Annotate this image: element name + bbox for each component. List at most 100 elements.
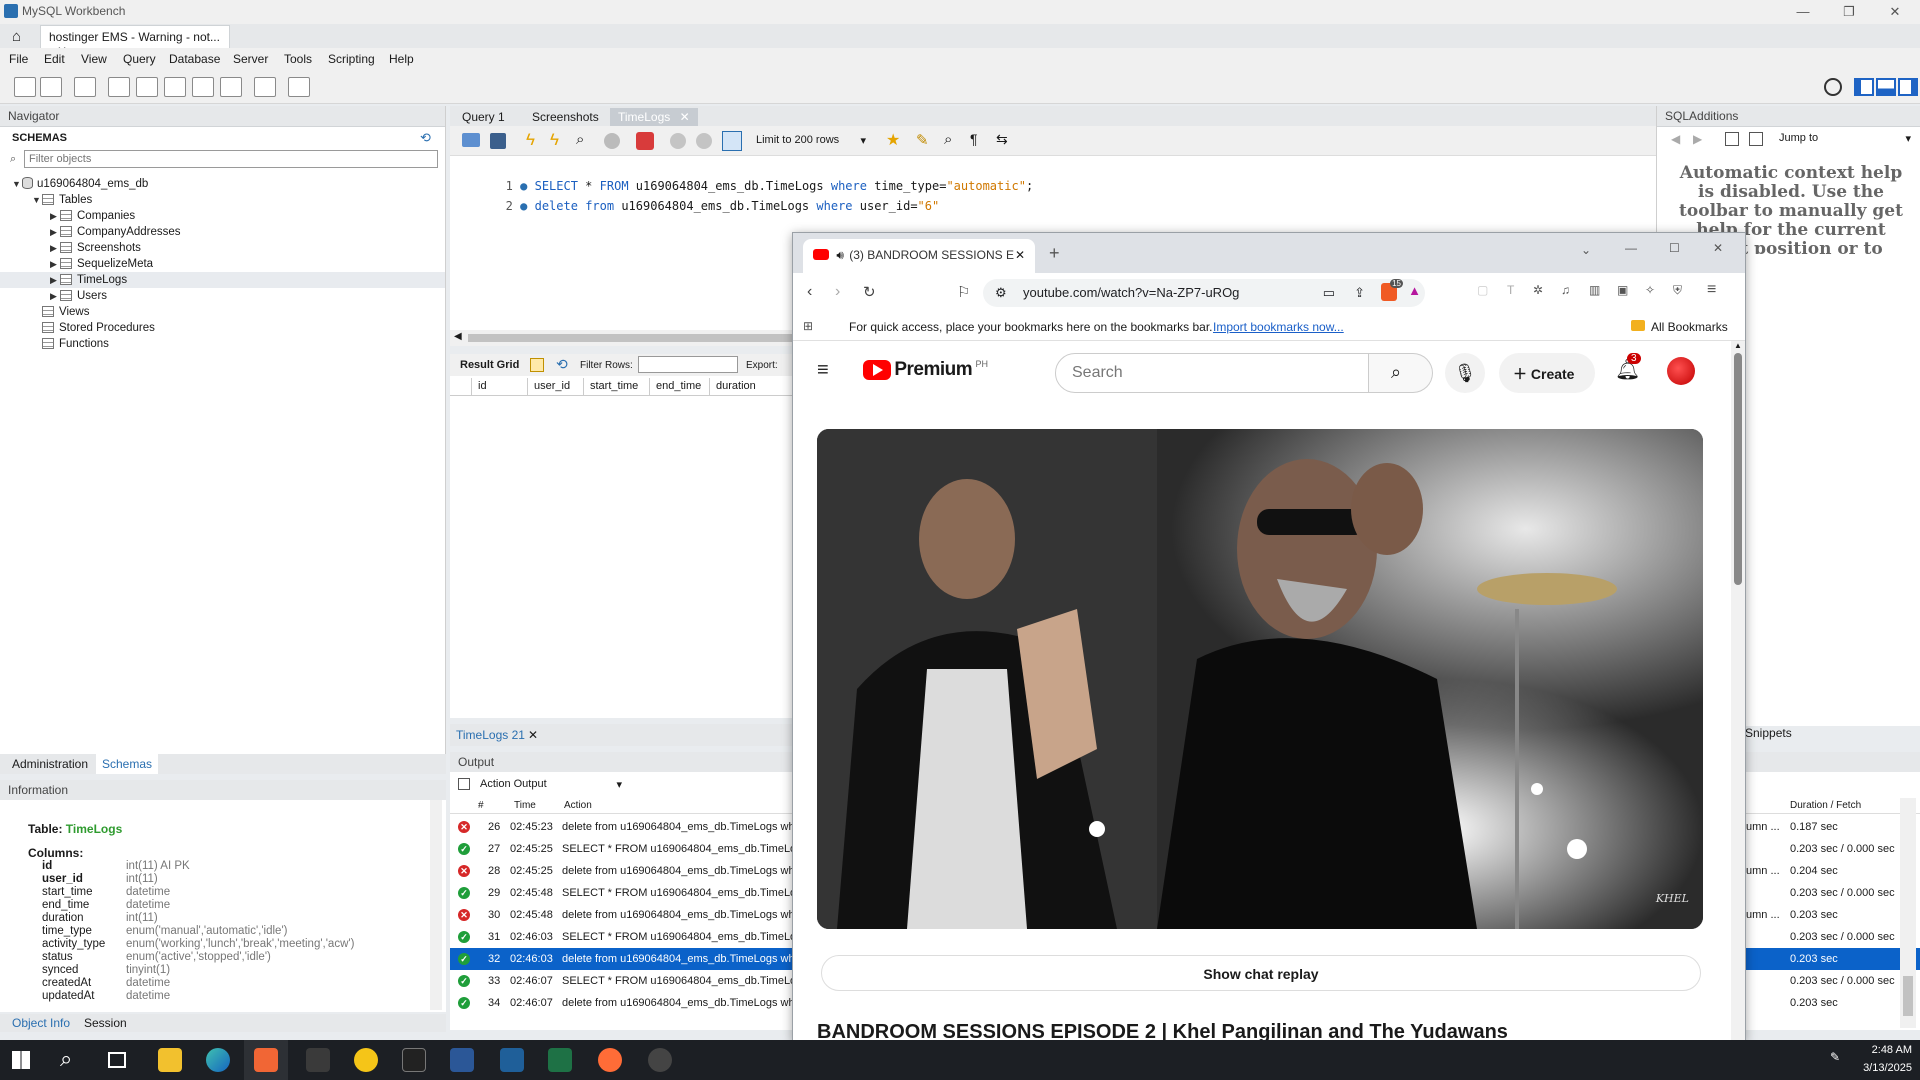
reload-icon[interactable]: ↻	[863, 283, 876, 301]
menu-database[interactable]: Database	[169, 52, 220, 66]
toggle-sidebar-icon[interactable]	[1854, 78, 1874, 96]
table-node-companyaddresses[interactable]: ▶ CompanyAddresses	[50, 224, 181, 240]
copy-output-icon[interactable]	[458, 778, 470, 790]
create-view-icon[interactable]	[164, 77, 186, 97]
commit-icon[interactable]	[670, 133, 686, 149]
nav-back-icon[interactable]: ◀	[1671, 132, 1680, 146]
tab-object-info[interactable]: Object Info	[12, 1016, 70, 1030]
output-scrollbar[interactable]	[1900, 798, 1916, 1028]
windows-start-icon[interactable]	[12, 1051, 30, 1069]
media-icon[interactable]: ♫	[1561, 283, 1570, 297]
clock-time[interactable]: 2:48 AM	[1856, 1044, 1912, 1056]
menu-server[interactable]: Server	[233, 52, 268, 66]
table-node-screenshots[interactable]: ▶ Screenshots	[50, 240, 141, 256]
limit-rows-select[interactable]: Limit to 200 rows ▾	[752, 132, 870, 150]
show-chat-replay-button[interactable]: Show chat replay	[821, 955, 1701, 991]
views-node[interactable]: Views	[42, 304, 89, 320]
output-mode-select[interactable]: Action Output ▾	[476, 776, 626, 794]
menu-file[interactable]: File	[9, 52, 28, 66]
result-grid-label[interactable]: Result Grid	[460, 359, 519, 371]
import-bookmarks-link[interactable]: Import bookmarks now...	[1213, 320, 1344, 334]
apps-icon[interactable]: ⊞	[803, 319, 813, 333]
extensions-icon[interactable]: ✲	[1533, 283, 1543, 297]
toggle-secondary-sidebar-icon[interactable]	[1898, 78, 1918, 96]
hamburger-menu-icon[interactable]: ≡	[817, 359, 829, 382]
brave-rewards-icon[interactable]: ▲	[1408, 283, 1421, 298]
menu-edit[interactable]: Edit	[44, 52, 65, 66]
result-tab-timelogs[interactable]: TimeLogs 21	[456, 728, 525, 742]
forward-icon[interactable]: ›	[835, 283, 840, 301]
result-grid[interactable]: id user_id start_time end_time duration	[450, 376, 800, 718]
browser-tab[interactable]: 🔊︎ (3) BANDROOM SESSIONS E ✕	[803, 239, 1035, 273]
tab-search-icon[interactable]: ⌄	[1581, 243, 1591, 257]
rollback-icon[interactable]	[696, 133, 712, 149]
site-info-icon[interactable]: ⚙	[995, 285, 1007, 301]
chat-app-icon[interactable]	[354, 1048, 378, 1072]
extension-2-icon[interactable]: T	[1507, 283, 1514, 297]
close-tab-icon[interactable]: ✕	[1015, 248, 1025, 262]
clock-date[interactable]: 3/13/2025	[1856, 1062, 1912, 1074]
new-tab-icon[interactable]: +	[1049, 243, 1060, 264]
menu-view[interactable]: View	[81, 52, 107, 66]
tab-administration[interactable]: Administration	[12, 757, 88, 771]
add-snippet-icon[interactable]: ★	[886, 130, 900, 150]
grid-col-header[interactable]: end_time	[650, 378, 710, 396]
scroll-thumb[interactable]	[468, 334, 798, 342]
close-tab-icon[interactable]: ✕	[680, 110, 690, 124]
tab-schemas[interactable]: Schemas	[96, 754, 159, 774]
create-table-icon[interactable]	[136, 77, 158, 97]
collapse-icon[interactable]: ▶	[50, 256, 60, 272]
avatar[interactable]	[1667, 357, 1695, 385]
create-function-icon[interactable]	[220, 77, 242, 97]
procedures-node[interactable]: Stored Procedures	[42, 320, 155, 336]
page-scrollbar[interactable]: ▲	[1731, 341, 1745, 1041]
auto-help-icon[interactable]	[1749, 132, 1763, 146]
browser-minimize-icon[interactable]: —	[1625, 241, 1637, 255]
create-procedure-icon[interactable]	[192, 77, 214, 97]
execute-icon[interactable]: ϟ	[526, 130, 535, 150]
new-sql-tab-icon[interactable]	[14, 77, 36, 97]
schema-node[interactable]: ▼ u169064804_ems_db	[12, 176, 148, 192]
tab-session[interactable]: Session	[84, 1016, 127, 1030]
reconnect-icon[interactable]	[288, 77, 310, 97]
manual-help-icon[interactable]	[1725, 132, 1739, 146]
collapse-icon[interactable]: ▶	[50, 288, 60, 304]
tab-screenshots[interactable]: Screenshots	[524, 108, 607, 126]
youtube-search-input[interactable]: Search	[1055, 353, 1369, 393]
editor-horizontal-scrollbar[interactable]: ◀	[450, 330, 800, 346]
refresh-schemas-icon[interactable]: ⟲	[420, 130, 431, 146]
table-node-users[interactable]: ▶ Users	[50, 288, 107, 304]
task-view-icon[interactable]	[108, 1052, 126, 1068]
expand-icon[interactable]: ▼	[12, 176, 22, 192]
collapse-icon[interactable]: ▶	[50, 208, 60, 224]
table-node-sequelizemeta[interactable]: ▶ SequelizeMeta	[50, 256, 153, 272]
cast-icon[interactable]: ▭	[1323, 285, 1335, 301]
tab-timelogs[interactable]: TimeLogs ✕	[610, 108, 698, 126]
excel-icon[interactable]	[548, 1048, 572, 1072]
all-bookmarks-button[interactable]: All Bookmarks	[1651, 320, 1728, 334]
scroll-left-icon[interactable]: ◀	[454, 331, 462, 342]
nav-forward-icon[interactable]: ▶	[1693, 132, 1702, 146]
grid-col-header[interactable]: start_time	[584, 378, 650, 396]
extension-1-icon[interactable]: ▢	[1477, 283, 1488, 297]
sidebar-icon[interactable]: ▥	[1589, 283, 1600, 297]
functions-node[interactable]: Functions	[42, 336, 109, 352]
app-icon[interactable]	[306, 1048, 330, 1072]
info-scrollbar[interactable]	[430, 800, 442, 1010]
tables-node[interactable]: ▼ Tables	[32, 192, 92, 208]
expand-icon[interactable]: ▼	[32, 192, 42, 208]
filter-rows-input[interactable]	[638, 356, 738, 373]
word-icon[interactable]	[450, 1048, 474, 1072]
bookmark-icon[interactable]: ⚐	[957, 283, 970, 301]
toggle-output-icon[interactable]	[1876, 78, 1896, 96]
restore-icon[interactable]: ❐	[1826, 0, 1872, 24]
menu-tools[interactable]: Tools	[284, 52, 312, 66]
form-editor-icon[interactable]	[530, 358, 544, 372]
filter-objects-input[interactable]	[24, 150, 438, 168]
home-icon[interactable]: ⌂	[12, 28, 21, 45]
execute-current-icon[interactable]: ϟ	[550, 130, 559, 150]
search-icon[interactable]: ⌕	[60, 1046, 72, 1072]
postman-icon[interactable]	[598, 1048, 622, 1072]
wallet-icon[interactable]: ▣	[1617, 283, 1628, 297]
settings-icon[interactable]	[1824, 78, 1842, 96]
